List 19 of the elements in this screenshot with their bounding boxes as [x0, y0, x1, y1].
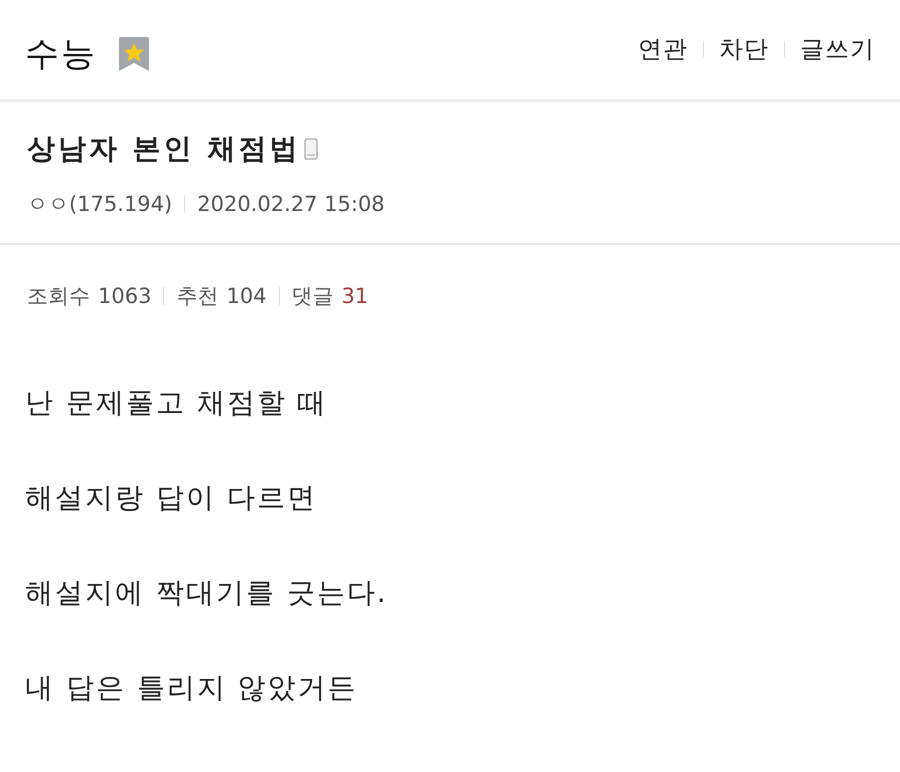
header-link[interactable]: 차단	[719, 32, 769, 64]
bookmark-star-icon	[117, 36, 151, 72]
stat-value: 31	[342, 284, 368, 308]
stat-label: 추천	[176, 283, 218, 310]
stat-value: 1063	[98, 284, 152, 308]
header-link[interactable]: 글쓰기	[800, 32, 875, 64]
writer-nickname[interactable]: ㅇㅇ	[27, 190, 69, 218]
writer-ip: (175.194)	[69, 192, 172, 216]
stat-label: 조회수	[27, 283, 90, 310]
post-title: 상남자 본인 채점법	[27, 131, 300, 167]
body-text: 해설지랑 답이 다르면	[25, 480, 317, 516]
body-text: 내 답은 틀리지 않았거든	[25, 670, 358, 706]
header-link[interactable]: 연관	[638, 32, 688, 64]
stat-label: 댓글	[292, 283, 334, 310]
gallery-title: 수능	[25, 32, 97, 76]
post-date: 2020.02.27 15:08	[197, 192, 385, 216]
body-text: 해설지에 짝대기를 긋는다.	[25, 575, 388, 611]
body-text: 난 문제풀고 채점할 때	[25, 385, 328, 421]
stat-value: 104	[226, 284, 267, 308]
